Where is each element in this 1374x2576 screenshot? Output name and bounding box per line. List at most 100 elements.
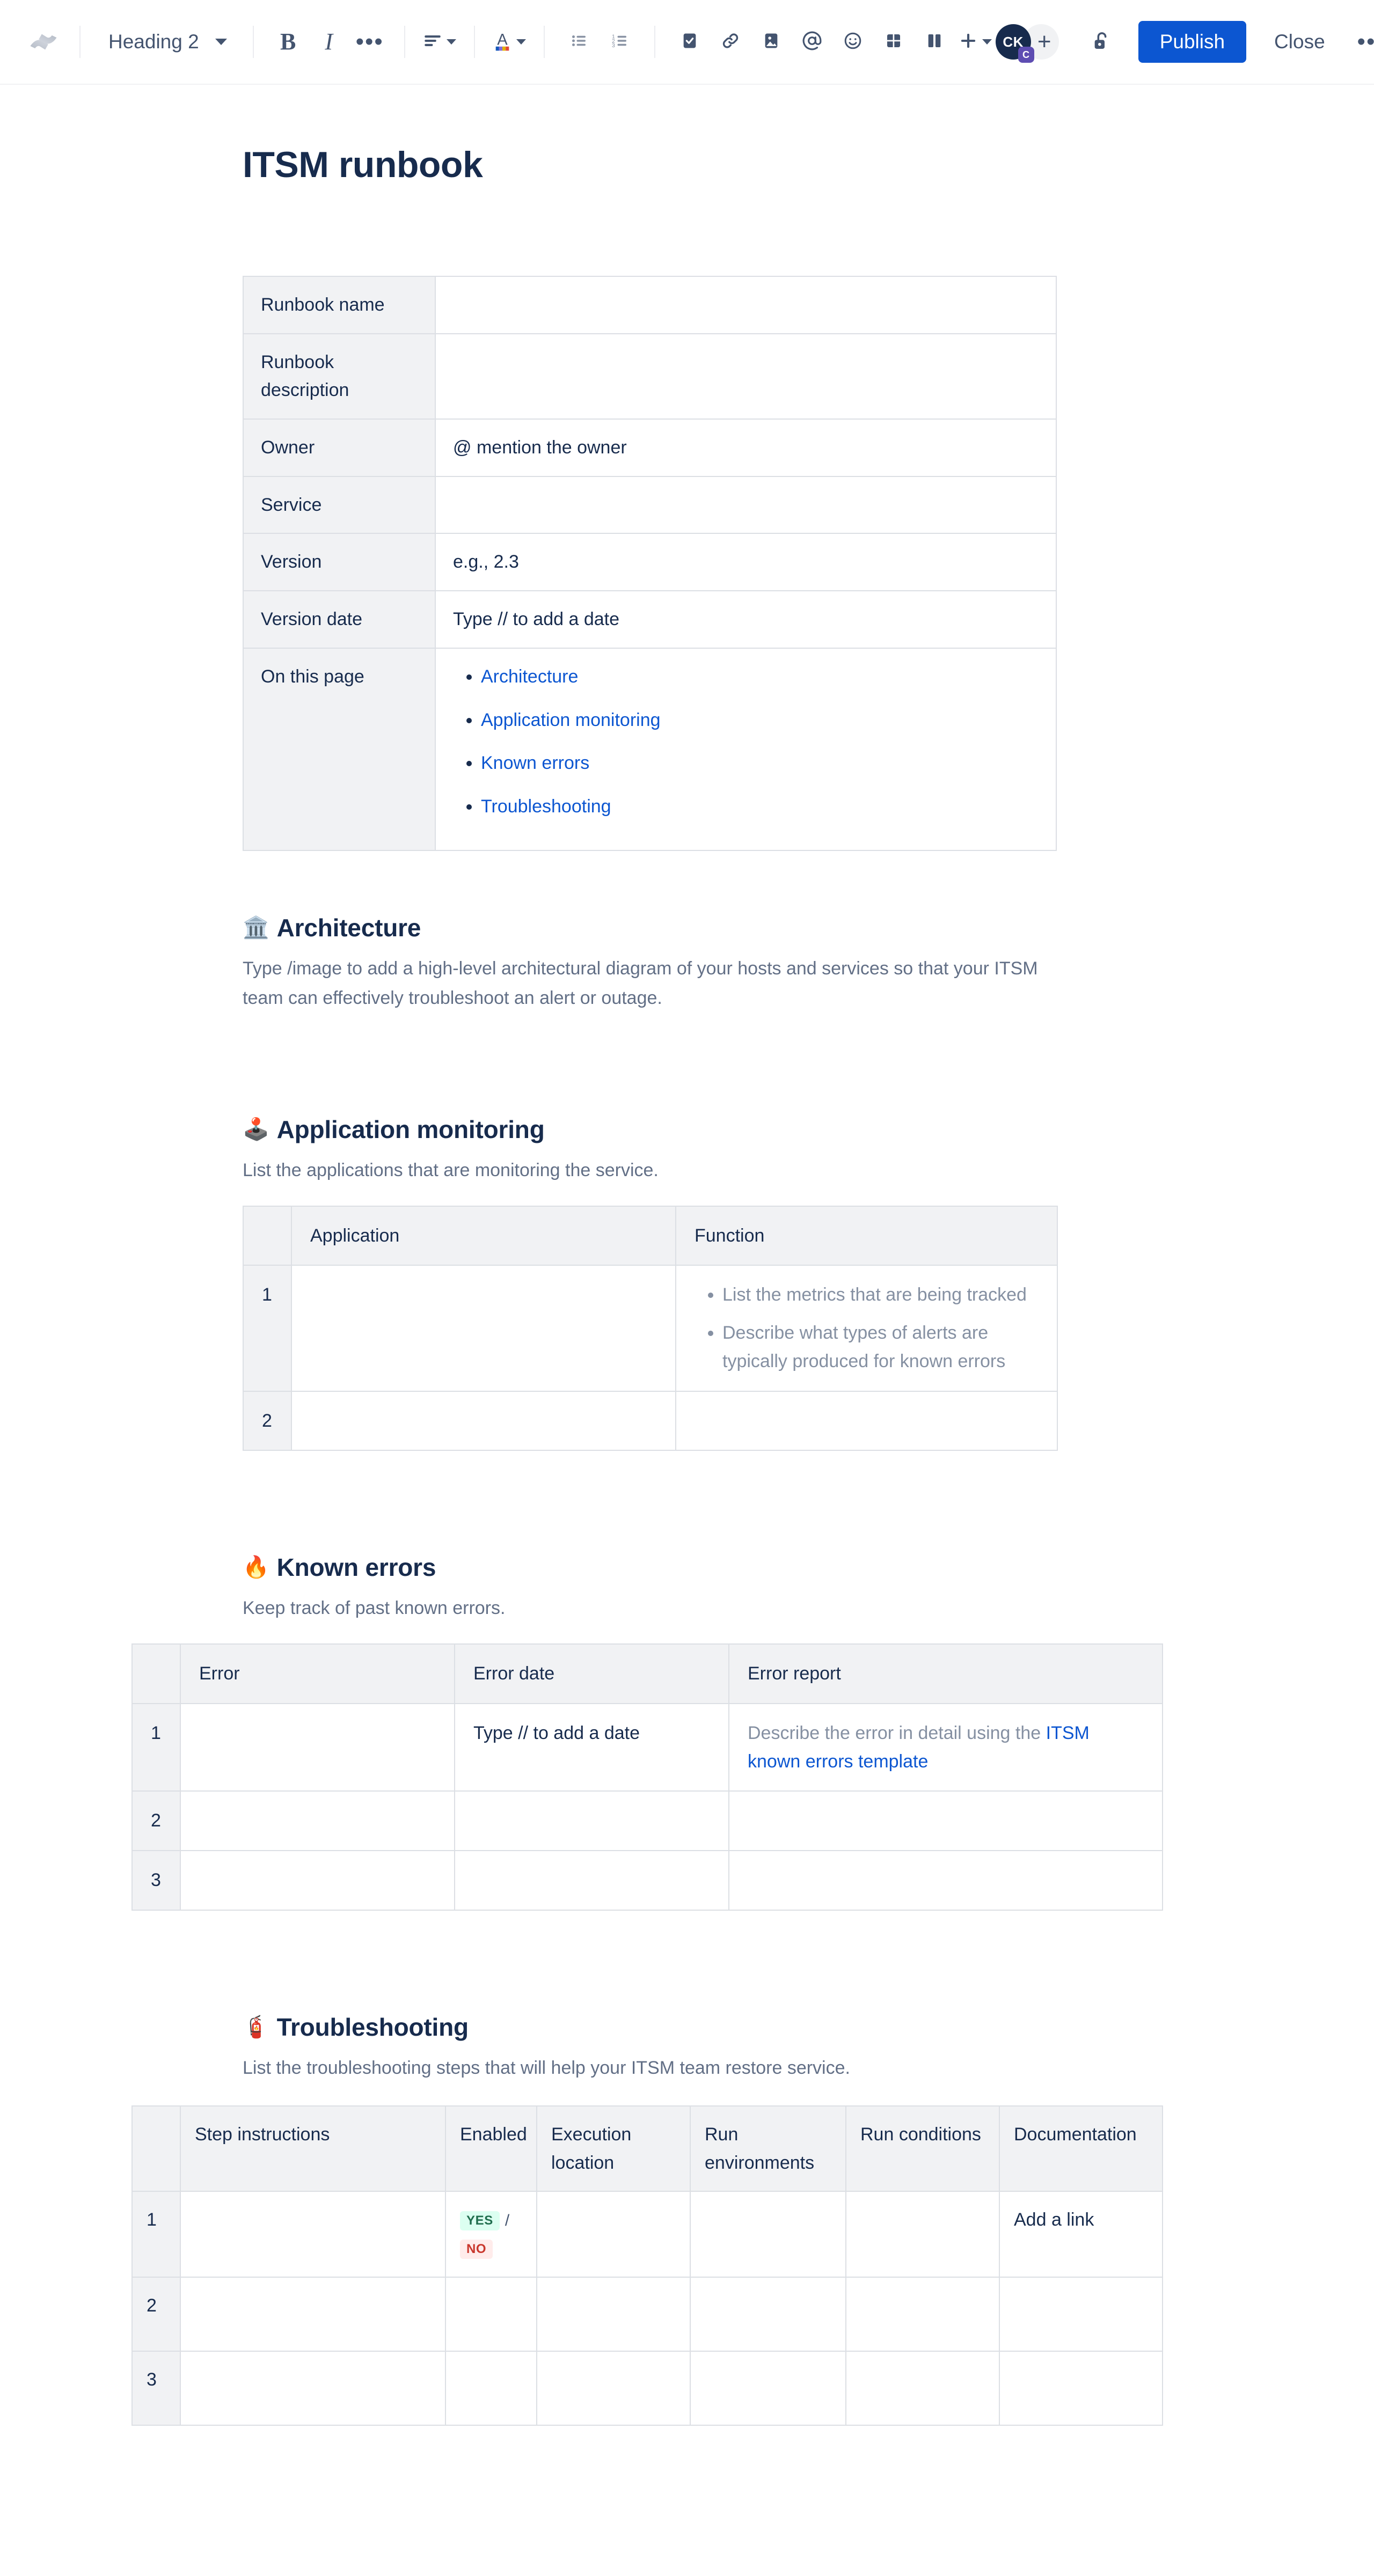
status-badge-yes[interactable]: YES: [460, 2211, 500, 2231]
toolbar-divider: [473, 26, 475, 58]
section-description-troubleshooting[interactable]: List the troubleshooting steps that will…: [243, 2053, 1262, 2083]
cell-application-2[interactable]: [291, 1390, 676, 1451]
section-title-text: Known errors: [276, 1553, 436, 1582]
cell-documentation-2[interactable]: [999, 2276, 1163, 2352]
status-badge-no[interactable]: NO: [460, 2239, 493, 2259]
column-header-error-date: Error date: [454, 1643, 729, 1704]
emoji-button[interactable]: [832, 21, 873, 62]
italic-button[interactable]: I: [309, 21, 349, 62]
publish-button[interactable]: Publish: [1138, 21, 1247, 63]
row-number: 2: [243, 1390, 292, 1451]
toc-link-troubleshooting[interactable]: Troubleshooting: [481, 796, 611, 817]
cell-run-environments-1[interactable]: [690, 2191, 846, 2278]
block-type-label: Heading 2: [108, 31, 199, 53]
error-report-text: Describe the error in detail using the: [748, 1723, 1046, 1743]
cell-error-1[interactable]: [180, 1702, 455, 1792]
cell-run-environments-3[interactable]: [690, 2350, 846, 2426]
cell-run-conditions-2[interactable]: [845, 2276, 1000, 2352]
column-header-error-report: Error report: [728, 1643, 1163, 1704]
section-description-application-monitoring[interactable]: List the applications that are monitorin…: [243, 1156, 1080, 1185]
toc-link-known-errors[interactable]: Known errors: [481, 753, 589, 773]
table-row: Owner @ mention the owner: [243, 419, 1057, 477]
bold-button[interactable]: B: [268, 21, 309, 62]
section-architecture: 🏛️ Architecture Type /image to add a hig…: [243, 913, 1080, 1013]
table-row: Version date Type // to add a date: [243, 590, 1057, 649]
mention-at-icon: [802, 31, 822, 54]
collaborators: CK C +: [995, 24, 1059, 63]
table-row: 1 Type // to add a date Describe the err…: [131, 1702, 1163, 1792]
mention-button[interactable]: [792, 21, 832, 62]
meta-value-version[interactable]: e.g., 2.3: [435, 533, 1057, 592]
toc-link-application-monitoring[interactable]: Application monitoring: [481, 710, 661, 730]
section-heading-architecture: 🏛️ Architecture: [243, 913, 1080, 942]
meta-value-owner[interactable]: @ mention the owner: [435, 419, 1057, 477]
meta-value-service[interactable]: [435, 475, 1057, 534]
cell-application-1[interactable]: [291, 1265, 676, 1392]
confluence-logo-icon[interactable]: [21, 20, 65, 64]
cell-error-date-1[interactable]: Type // to add a date: [454, 1702, 729, 1792]
more-formatting-button[interactable]: •••: [349, 21, 390, 62]
toc-link-architecture[interactable]: Architecture: [481, 666, 578, 687]
section-heading-known-errors: 🔥 Known errors: [243, 1553, 1262, 1582]
cell-step-instructions-3[interactable]: [180, 2350, 446, 2426]
text-align-button[interactable]: [419, 21, 460, 62]
ellipsis-icon: •••: [355, 28, 384, 55]
image-button[interactable]: [751, 21, 792, 62]
cell-step-instructions-2[interactable]: [180, 2276, 446, 2352]
cell-error-date-3[interactable]: [454, 1850, 729, 1911]
meta-value-runbook-description[interactable]: [435, 333, 1057, 420]
meta-value-version-date[interactable]: Type // to add a date: [435, 590, 1057, 649]
cell-error-2[interactable]: [180, 1790, 455, 1852]
layout-button[interactable]: [914, 21, 955, 62]
table-header-row: Error Error date Error report: [131, 1643, 1163, 1704]
text-color-button[interactable]: A: [489, 21, 530, 62]
cell-error-report-1[interactable]: Describe the error in detail using the I…: [728, 1702, 1163, 1792]
table-button[interactable]: [873, 21, 914, 62]
more-options-button[interactable]: •••: [1351, 21, 1374, 62]
document-body: ITSM runbook Runbook name Runbook descri…: [0, 144, 1374, 2576]
cell-run-environments-2[interactable]: [690, 2276, 846, 2352]
block-type-dropdown[interactable]: Heading 2: [94, 21, 239, 63]
table-row: On this page Architecture Application mo…: [243, 647, 1057, 851]
cell-run-conditions-3[interactable]: [845, 2350, 1000, 2426]
numbered-list-button[interactable]: 1 2 3: [600, 21, 640, 62]
restrictions-button[interactable]: [1081, 21, 1122, 62]
toolbar-divider: [543, 26, 545, 58]
bullet-list-button[interactable]: [559, 21, 600, 62]
section-description-architecture[interactable]: Type /image to add a high-level architec…: [243, 954, 1080, 1013]
cell-enabled-2[interactable]: [445, 2276, 537, 2352]
cell-function-2[interactable]: [675, 1390, 1058, 1451]
svg-text:A: A: [497, 31, 508, 48]
chevron-down-icon: [215, 39, 227, 45]
troubleshooting-table-wrapper: Step instructions Enabled Execution loca…: [131, 2105, 1262, 2426]
troubleshooting-table: Step instructions Enabled Execution loca…: [131, 2105, 1163, 2426]
cell-error-date-2[interactable]: [454, 1790, 729, 1852]
section-description-known-errors[interactable]: Keep track of past known errors.: [243, 1594, 1262, 1623]
bottom-spacer: [0, 2426, 1374, 2576]
page-title[interactable]: ITSM runbook: [243, 144, 1374, 186]
cell-execution-location-1[interactable]: [536, 2191, 691, 2278]
cell-enabled-1[interactable]: YES / NO: [445, 2191, 537, 2278]
emoji-smiley-icon: [843, 31, 863, 53]
cell-error-report-3[interactable]: [728, 1850, 1163, 1911]
chevron-down-icon: [516, 39, 527, 45]
meta-value-runbook-name[interactable]: [435, 276, 1057, 334]
cell-documentation-1[interactable]: Add a link: [999, 2191, 1163, 2278]
cell-step-instructions-1[interactable]: [180, 2191, 446, 2278]
list-item: Known errors: [481, 749, 1039, 777]
insert-more-button[interactable]: [955, 21, 996, 62]
close-button[interactable]: Close: [1256, 21, 1343, 63]
cell-error-3[interactable]: [180, 1850, 455, 1911]
editor-toolbar: Heading 2 B I ••• A 1 2 3 CK C + Publish…: [0, 0, 1374, 85]
cell-documentation-3[interactable]: [999, 2350, 1163, 2426]
task-button[interactable]: [669, 21, 710, 62]
cell-execution-location-3[interactable]: [536, 2350, 691, 2426]
cell-enabled-3[interactable]: [445, 2350, 537, 2426]
cell-run-conditions-1[interactable]: [845, 2191, 1000, 2278]
list-item: Application monitoring: [481, 706, 1039, 735]
link-button[interactable]: [710, 21, 751, 62]
cell-function-1[interactable]: List the metrics that are being tracked …: [675, 1265, 1058, 1392]
cell-error-report-2[interactable]: [728, 1790, 1163, 1852]
avatar[interactable]: CK C: [995, 24, 1034, 63]
cell-execution-location-2[interactable]: [536, 2276, 691, 2352]
